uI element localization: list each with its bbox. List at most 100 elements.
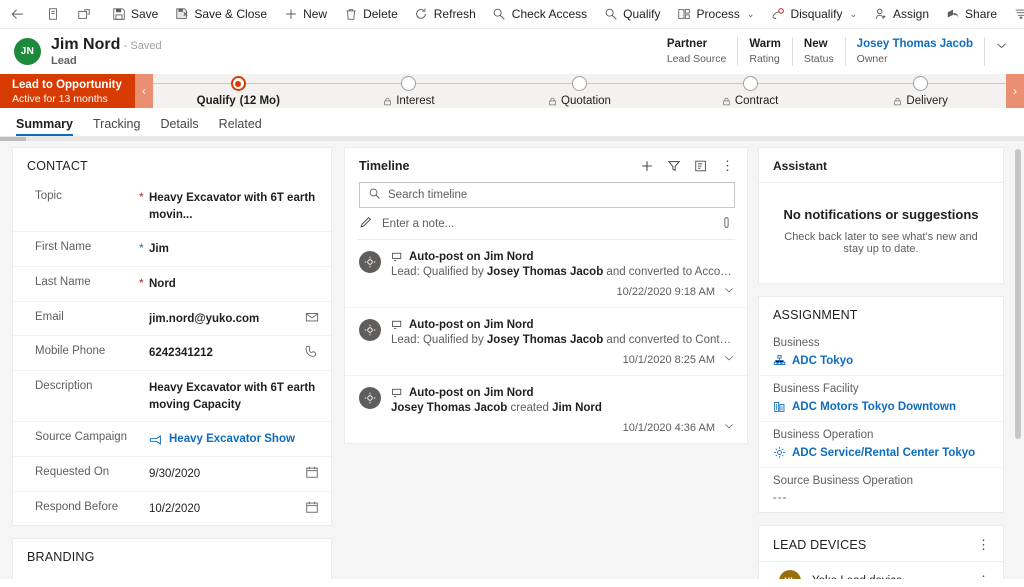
check-access-button[interactable]: Check Access — [484, 0, 595, 29]
timeline-panel: Timeline ⋮ Search timeline Enter a note.… — [344, 147, 748, 444]
calendar-icon[interactable] — [305, 465, 319, 479]
stage-qualify[interactable]: Qualify (12 Mo) — [153, 74, 324, 108]
field-source-campaign[interactable]: Source Campaign Heavy Excavator Show — [13, 421, 331, 456]
tab-details[interactable]: Details — [160, 117, 198, 136]
no-indicator — [139, 500, 149, 501]
stage-quotation[interactable]: Quotation — [494, 74, 665, 108]
source-campaign-link[interactable]: Heavy Excavator Show — [169, 431, 295, 448]
timeline-post[interactable]: Auto-post on Jim Nord Lead: Qualified by… — [345, 308, 747, 376]
assignment-link[interactable]: ADC Tokyo — [792, 355, 853, 367]
note-input[interactable]: Enter a note... — [357, 208, 735, 240]
scrollbar-thumb[interactable] — [0, 137, 26, 141]
filter-icon[interactable] — [667, 159, 681, 173]
list-item-more-button[interactable]: ⋮ — [977, 573, 991, 579]
process-name-block[interactable]: Lead to Opportunity Sal... Active for 13… — [0, 74, 135, 108]
tab-related[interactable]: Related — [219, 117, 262, 136]
field-value-link-wrapper[interactable]: Heavy Excavator Show — [149, 430, 319, 448]
assignment-value-wrapper[interactable]: ADC Service/Rental Center Tokyo — [773, 446, 989, 459]
add-to-marketing-list-button[interactable]: Add to Marketing List — [1005, 0, 1024, 29]
popout-button[interactable] — [68, 0, 99, 29]
contact-section: CONTACT Topic * Heavy Excavator with 6T … — [12, 147, 332, 527]
assignment-link[interactable]: ADC Service/Rental Center Tokyo — [792, 447, 975, 459]
disqualify-button[interactable]: Disqualify ⌄ — [762, 0, 865, 29]
qualify-button[interactable]: Qualify — [595, 0, 668, 29]
refresh-button[interactable]: Refresh — [406, 0, 484, 29]
header-field-status[interactable]: New Status — [793, 36, 846, 67]
post-actor: Josey Thomas Jacob — [486, 334, 604, 346]
assignment-row-source-business-operation[interactable]: Source Business Operation --- — [759, 467, 1003, 512]
post-timestamp: 10/1/2020 4:36 AM — [622, 421, 715, 434]
chevron-down-icon[interactable] — [723, 420, 735, 435]
assignment-row-business[interactable]: Business ADC Tokyo — [759, 330, 1003, 375]
field-value: Heavy Excavator with 6T earth moving Cap… — [149, 382, 316, 411]
post-text: Lead: Qualified by Josey Thomas Jacob an… — [391, 266, 735, 278]
new-button[interactable]: New — [275, 0, 335, 29]
header-expand-button[interactable] — [985, 37, 1012, 55]
assignment-link[interactable]: ADC Motors Tokyo Downtown — [792, 401, 956, 413]
owner-link[interactable]: Josey Thomas Jacob — [857, 37, 973, 52]
save-and-close-button[interactable]: Save & Close — [166, 0, 275, 29]
phone-icon[interactable] — [305, 344, 319, 358]
delete-button[interactable]: Delete — [335, 0, 406, 29]
lead-devices-more-button[interactable]: ⋮ — [977, 537, 991, 553]
search-timeline-input[interactable]: Search timeline — [359, 182, 735, 208]
field-email[interactable]: Email jim.nord@yuko.com — [13, 300, 331, 336]
delete-label: Delete — [363, 7, 398, 21]
timeline-post[interactable]: Auto-post on Jim Nord Lead: Qualified by… — [345, 240, 747, 308]
back-button[interactable] — [2, 0, 33, 29]
assignment-value-wrapper[interactable]: ADC Motors Tokyo Downtown — [773, 400, 989, 413]
assistant-panel: Assistant No notifications or suggestion… — [758, 147, 1004, 284]
timeline-more-button[interactable]: ⋮ — [721, 158, 735, 174]
chevron-down-icon[interactable] — [723, 284, 735, 299]
field-requested-on[interactable]: Requested On 9/30/2020 — [13, 456, 331, 491]
header-field-lead-source[interactable]: Partner Lead Source — [656, 36, 739, 67]
field-first-name[interactable]: First Name * Jim — [13, 231, 331, 266]
save-button[interactable]: Save — [103, 0, 166, 29]
stage-interest[interactable]: Interest — [324, 74, 495, 108]
calendar-icon[interactable] — [305, 500, 319, 514]
field-description[interactable]: Description Heavy Excavator with 6T eart… — [13, 370, 331, 421]
assign-button[interactable]: Assign — [865, 0, 937, 29]
field-topic[interactable]: Topic * Heavy Excavator with 6T earth mo… — [13, 181, 331, 231]
sort-icon[interactable] — [694, 159, 708, 173]
chevron-down-icon[interactable]: ⌄ — [747, 9, 755, 20]
right-column: Assistant No notifications or suggestion… — [752, 147, 1014, 579]
branding-section: BRANDING Interest Buy Brand Kobelco — [12, 538, 332, 579]
process-button[interactable]: Process ⌄ — [669, 0, 763, 29]
assignment-row-business-facility[interactable]: Business Facility ADC Motors Tokyo Downt… — [759, 375, 1003, 421]
timeline-post[interactable]: Auto-post on Jim Nord Josey Thomas Jacob… — [345, 376, 747, 443]
horizontal-scrollbar[interactable] — [0, 137, 1024, 141]
tab-summary[interactable]: Summary — [16, 117, 73, 136]
assistant-empty-text: Check back later to see what's new and s… — [784, 231, 978, 255]
post-footer: 10/1/2020 8:25 AM — [391, 352, 735, 367]
process-next-button[interactable]: › — [1006, 74, 1024, 108]
field-respond-before[interactable]: Respond Before 10/2/2020 — [13, 490, 331, 526]
list-item[interactable]: YL Yoko Lead device ⋮ — [759, 561, 1003, 579]
assignment-row-business-operation[interactable]: Business Operation ADC Service/Rental Ce… — [759, 421, 1003, 467]
chevron-down-icon[interactable]: ⌄ — [849, 9, 857, 20]
field-last-name[interactable]: Last Name * Nord — [13, 266, 331, 301]
lock-icon — [722, 96, 731, 107]
header-field-rating[interactable]: Warm Rating — [738, 36, 793, 67]
post-footer: 10/22/2020 9:18 AM — [391, 284, 735, 299]
assignment-label: Business Facility — [773, 383, 859, 395]
form-selector-button[interactable] — [37, 0, 68, 29]
lead-device-name[interactable]: Yoko Lead device — [812, 575, 902, 579]
email-icon[interactable] — [305, 310, 319, 324]
timeline-add-button[interactable] — [640, 159, 654, 173]
stage-contract[interactable]: Contract — [665, 74, 836, 108]
share-button[interactable]: Share — [937, 0, 1005, 29]
search-placeholder: Search timeline — [388, 189, 468, 201]
stage-delivery[interactable]: Delivery — [835, 74, 1006, 108]
chevron-down-icon[interactable] — [723, 352, 735, 367]
tab-tracking[interactable]: Tracking — [93, 117, 140, 136]
field-interest[interactable]: Interest Buy — [13, 572, 331, 579]
header-field-owner[interactable]: Josey Thomas Jacob Owner — [846, 36, 985, 67]
paperclip-icon[interactable] — [720, 216, 733, 232]
assignment-value-wrapper[interactable]: ADC Tokyo — [773, 354, 989, 367]
vertical-scrollbar[interactable] — [1015, 149, 1021, 439]
field-mobile-phone[interactable]: Mobile Phone 6242341212 — [13, 335, 331, 370]
note-placeholder: Enter a note... — [382, 217, 455, 230]
process-prev-button[interactable]: ‹ — [135, 74, 153, 108]
business-process-flow: Lead to Opportunity Sal... Active for 13… — [0, 74, 1024, 108]
